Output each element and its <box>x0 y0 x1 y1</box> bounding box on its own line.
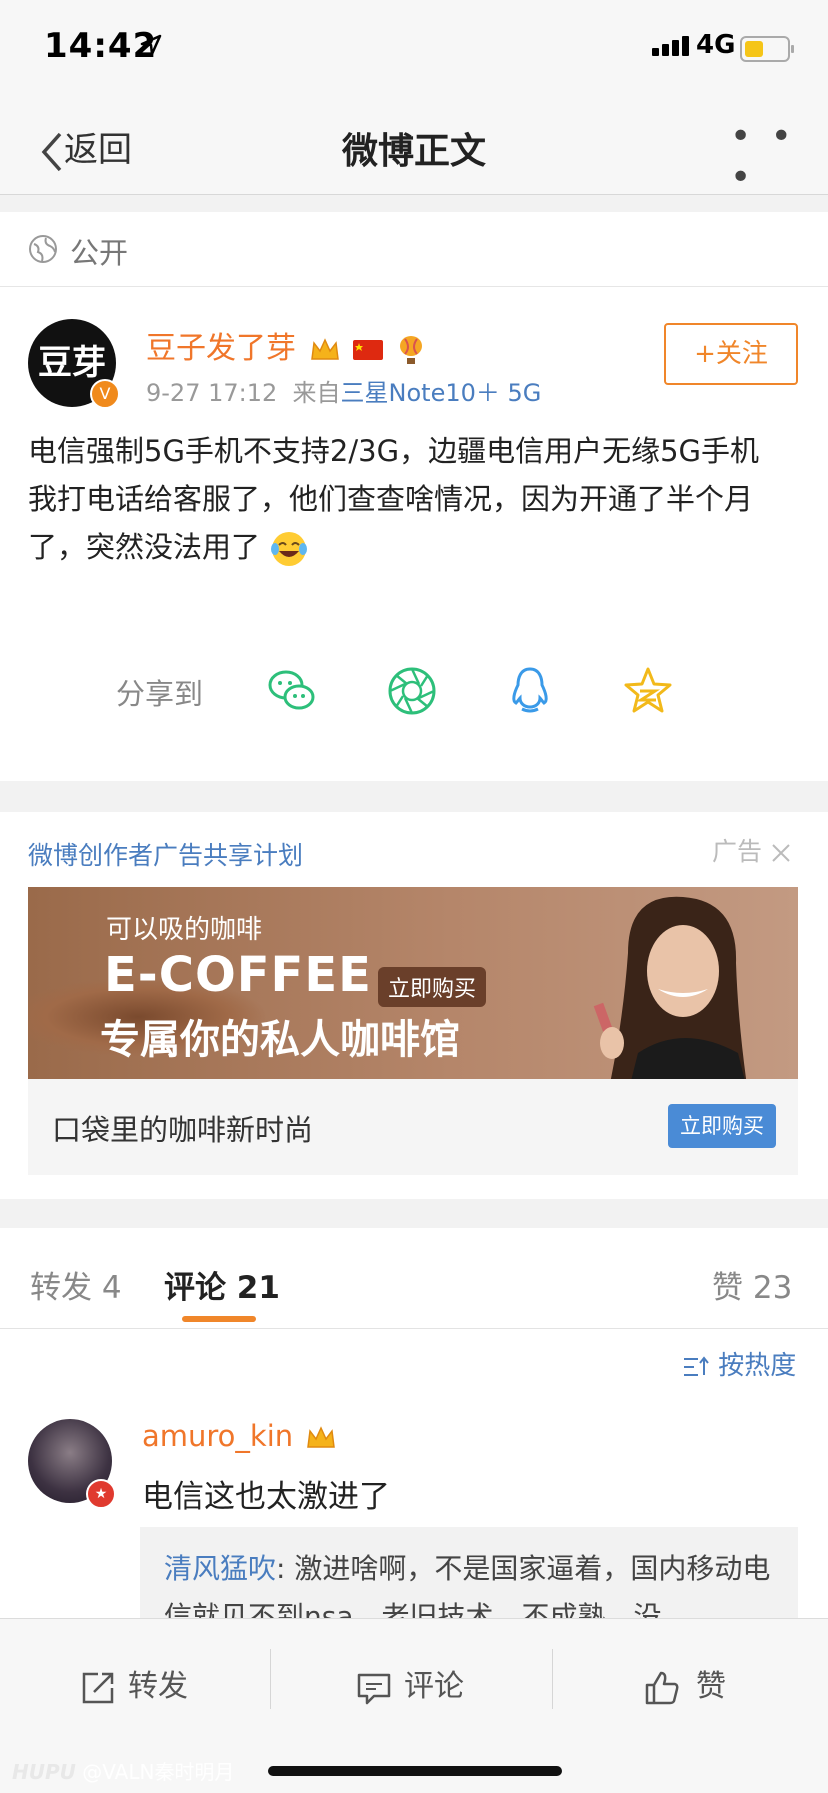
moments-icon[interactable] <box>386 665 438 717</box>
post-text-line2: 我打电话给客服了，他们查查啥情况，因为开通了半个月了，突然没法用了 <box>28 475 798 571</box>
thumbs-up-icon <box>645 1671 679 1704</box>
crown-icon <box>310 337 339 360</box>
tab-repost[interactable]: 转发 4 <box>30 1262 122 1307</box>
comment-button[interactable]: 评论 <box>356 1661 464 1706</box>
banner-tagline: 可以吸的咖啡 <box>106 915 263 945</box>
home-indicator[interactable] <box>268 1766 562 1776</box>
reply-author[interactable]: 清风猛吹 <box>164 1552 276 1585</box>
banner-brand: E-COFFEE <box>104 947 372 1003</box>
ad-banner[interactable]: 可以吸的咖啡 E-COFFEE 立即购买 专属你的私人咖啡馆 <box>28 887 798 1079</box>
comment-label: 评论 <box>404 1669 464 1704</box>
tab-comment[interactable]: 评论 21 <box>164 1262 280 1307</box>
qzone-icon[interactable] <box>622 665 674 717</box>
ad-tag-label: 广告 <box>712 837 763 866</box>
location-arrow-icon <box>140 34 162 56</box>
close-icon[interactable] <box>770 842 792 864</box>
tab-like[interactable]: 赞 23 <box>712 1262 792 1307</box>
commenter-name-text: amuro_kin <box>142 1419 294 1453</box>
interaction-tabs: 转发 4 评论 21 赞 23 <box>0 1228 828 1329</box>
reply-body: 清风猛吹: 激进啥啊，不是国家逼着，国内移动电信就见不到nsa，老旧技术，不成熟… <box>164 1545 784 1627</box>
nav-bar: 返回 微博正文 • • • <box>0 100 828 198</box>
globe-icon <box>29 235 57 263</box>
weibo-post: 豆芽 V 豆子发了芽 9-27 17:12 来自三星Note10＋ 5G +关注… <box>0 287 828 781</box>
wechat-icon[interactable] <box>266 665 318 717</box>
repost-label: 转发 <box>128 1669 188 1704</box>
divider <box>552 1649 553 1709</box>
author-name-text: 豆子发了芽 <box>146 331 296 366</box>
visibility-label: 公开 <box>70 236 129 270</box>
post-source[interactable]: 三星Note10＋ 5G <box>341 379 542 407</box>
commenter-badge-icon: ★ <box>86 1479 116 1509</box>
repost-button[interactable]: 转发 <box>80 1661 188 1706</box>
comment-icon <box>357 1673 391 1704</box>
follow-button[interactable]: +关注 <box>664 323 798 385</box>
divider <box>270 1649 271 1709</box>
battery-icon <box>740 36 794 62</box>
signal-icon <box>652 36 692 56</box>
page-title: 微博正文 <box>341 131 486 172</box>
watermark: HUPU @VALN秦时明月 <box>12 1756 234 1785</box>
sort-icon <box>684 1355 709 1376</box>
share-label: 分享到 <box>116 677 204 711</box>
author-name[interactable]: 豆子发了芽 <box>146 323 425 367</box>
post-text: 电信强制5G手机不支持2/3G，边疆电信用户无缘5G手机 我打电话给客服了，他们… <box>28 427 798 571</box>
hot-air-balloon-icon <box>399 335 422 364</box>
ad-card: 微博创作者广告共享计划 广告 可以吸的咖啡 E-COFFEE 立即购买 专属你的… <box>0 812 828 1199</box>
ad-buy-button[interactable]: 立即购买 <box>668 1104 776 1148</box>
ad-footer: 口袋里的咖啡新时尚 立即购买 <box>28 1079 798 1175</box>
watermark-user: @VALN秦时明月 <box>82 1760 235 1784</box>
laugh-cry-emoji-icon <box>271 532 308 566</box>
banner-buy-badge: 立即购买 <box>378 967 487 1007</box>
post-meta: 9-27 17:12 来自三星Note10＋ 5G <box>146 373 541 408</box>
comment-text: 电信这也太激进了 <box>142 1479 390 1515</box>
banner-slogan: 专属你的私人咖啡馆 <box>100 1017 460 1063</box>
model-photo <box>593 896 747 1079</box>
active-tab-indicator <box>182 1316 256 1322</box>
like-button[interactable]: 赞 <box>644 1661 726 1706</box>
verified-badge: V <box>90 379 120 409</box>
commenter-name[interactable]: amuro_kin <box>142 1419 336 1453</box>
more-button[interactable]: • • • <box>730 116 828 198</box>
post-time: 9-27 17:12 <box>146 379 278 407</box>
qq-icon[interactable] <box>504 665 556 717</box>
source-prefix: 来自 <box>292 379 341 407</box>
network-type: 4G <box>696 30 736 60</box>
repost-icon <box>82 1672 114 1703</box>
watermark-brand: HUPU <box>12 1760 76 1784</box>
comment-reply[interactable]: 清风猛吹: 激进啥啊，不是国家逼着，国内移动电信就见不到nsa，老旧技术，不成熟… <box>140 1527 798 1627</box>
comment-list: 按热度 ★ amuro_kin 电信这也太激进了 清风猛吹: 激进啥啊，不是国家… <box>0 1329 828 1627</box>
like-label: 赞 <box>696 1669 726 1704</box>
status-bar: 14:42 4G <box>0 0 828 100</box>
ad-footer-text: 口袋里的咖啡新时尚 <box>52 1113 314 1147</box>
china-flag-icon <box>353 339 384 360</box>
ad-title[interactable]: 微博创作者广告共享计划 <box>28 836 303 872</box>
crown-icon <box>307 1426 336 1448</box>
sort-label: 按热度 <box>718 1351 797 1381</box>
post-text-line1: 电信强制5G手机不支持2/3G，边疆电信用户无缘5G手机 <box>28 434 759 468</box>
visibility-row: 公开 <box>0 212 828 287</box>
ad-tag[interactable]: 广告 <box>712 832 792 868</box>
post-text-line2-content: 我打电话给客服了，他们查查啥情况，因为开通了半个月了，突然没法用了 <box>28 482 754 564</box>
sort-button[interactable]: 按热度 <box>682 1345 796 1382</box>
